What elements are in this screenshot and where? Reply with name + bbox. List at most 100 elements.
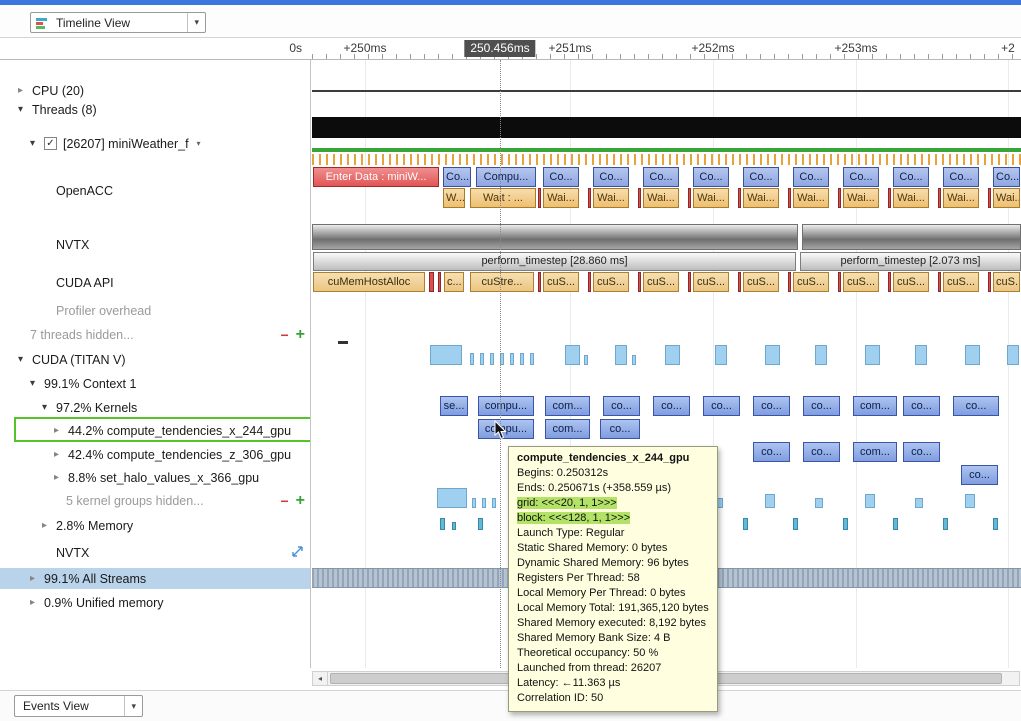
timeline-bar-kernel-halo[interactable]: co... [961, 465, 998, 485]
timeline-bar-cuda-api[interactable]: cuS... [843, 272, 879, 292]
timeline-bar-kernels[interactable]: co... [753, 396, 790, 416]
timeline-bar-kernel-groups-hidden[interactable] [815, 498, 823, 508]
timeline-bar-cuda-api[interactable] [688, 272, 691, 292]
timeline-bar-kernel-x244[interactable]: com... [545, 419, 590, 439]
timeline-bar-openacc-compute[interactable]: Co... [843, 167, 879, 187]
collapse-icon[interactable]: ▾ [30, 138, 44, 149]
timeline-bar-kernel-groups-hidden[interactable] [437, 488, 467, 508]
timeline-bar-openacc-wait[interactable] [588, 188, 591, 208]
timeline-bar-openacc-wait[interactable] [988, 188, 991, 208]
timeline-bar-kernels[interactable]: com... [545, 396, 590, 416]
tree-row-97-2-kernels[interactable]: ▾97.2% Kernels [0, 397, 310, 418]
expand-icon[interactable]: ▸ [54, 449, 68, 460]
timeline-bar-openacc-wait[interactable] [888, 188, 891, 208]
remove-icon[interactable]: − [280, 330, 288, 340]
timeline-bar-openacc-wait[interactable]: Wai... [843, 188, 879, 208]
timeline-bar-cuda-api[interactable] [838, 272, 841, 292]
timeline-bar-cuda-api[interactable]: cuS... [993, 272, 1020, 292]
dropdown-caret-icon[interactable]: ▾ [197, 139, 201, 148]
timeline-bar-kernel-groups-hidden[interactable] [865, 494, 875, 508]
timeline-bar-memory[interactable] [943, 518, 948, 530]
timeline-bar-openacc-wait[interactable]: W... [443, 188, 465, 208]
timeline-bar-gpu-activity[interactable] [510, 353, 514, 365]
timeline-bar-openacc-tick-strip[interactable] [312, 154, 1021, 165]
timeline-bar-gpu-activity[interactable] [565, 345, 580, 365]
expand-icon[interactable]: ▸ [42, 520, 56, 531]
timeline-bar-memory[interactable] [843, 518, 848, 530]
timeline-bar-gpu-activity[interactable] [665, 345, 680, 365]
timeline-bar-openacc-compute[interactable]: Co... [893, 167, 929, 187]
timeline-bar-openacc-compute[interactable]: Co... [443, 167, 471, 187]
timeline-bar-memory[interactable] [440, 518, 445, 530]
timeline-bar-kernel-groups-hidden[interactable] [765, 494, 775, 508]
collapse-icon[interactable]: ▾ [42, 402, 56, 413]
timeline-bar-gpu-activity[interactable] [530, 353, 534, 365]
timeline-bar-memory[interactable] [743, 518, 748, 530]
timeline-bar-kernel-groups-hidden[interactable] [915, 498, 923, 508]
timeline-bar-kernels[interactable]: compu... [478, 396, 534, 416]
timeline-bar-gpu-activity[interactable] [470, 353, 474, 365]
tree-row-8-8-set-halo-values-x-366-gpu[interactable]: ▸8.8% set_halo_values_x_366_gpu [0, 467, 310, 488]
tree-row-44-2-compute-tendencies-x-244-gpu[interactable]: ▸44.2% compute_tendencies_x_244_gpu [0, 420, 310, 441]
tree-row-profiler-overhead[interactable]: Profiler overhead [0, 300, 310, 321]
timeline-bar-gpu-activity[interactable] [615, 345, 627, 365]
timeline-bar-gpu-activity[interactable] [1007, 345, 1019, 365]
timeline-bar-memory[interactable] [893, 518, 898, 530]
timeline-bar-openacc-compute[interactable]: Co... [593, 167, 629, 187]
timeline-bar-gpu-activity[interactable] [490, 353, 494, 365]
tree-row-threads-8[interactable]: ▾Threads (8) [0, 99, 310, 120]
timeline-bar-cuda-api[interactable]: cuS... [943, 272, 979, 292]
timeline-bar-nvtx-ranges[interactable] [312, 224, 798, 250]
timeline-bar-hidden-threads-marker[interactable] [338, 341, 348, 344]
collapse-icon[interactable]: ▾ [18, 104, 32, 115]
timeline-bar-cuda-api[interactable] [588, 272, 591, 292]
timeline-bar-openacc-wait[interactable] [738, 188, 741, 208]
timeline-bar-memory[interactable] [993, 518, 998, 530]
timeline-bar-openacc-wait[interactable] [688, 188, 691, 208]
timeline-bar-gpu-activity[interactable] [765, 345, 780, 365]
timeline-bar-cpu-row-line[interactable] [312, 90, 1021, 92]
timeline-bar-kernel-groups-hidden[interactable] [492, 498, 496, 508]
tree-row-cuda-api[interactable]: CUDA API [0, 272, 310, 293]
timeline-bar-kernel-groups-hidden[interactable] [482, 498, 486, 508]
timeline-bar-cuda-api[interactable] [938, 272, 941, 292]
timeline-bar-cuda-api[interactable]: cuS... [593, 272, 629, 292]
timeline-bar-openacc-wait[interactable]: Wai... [643, 188, 679, 208]
timeline-bar-kernel-z306[interactable]: com... [853, 442, 897, 462]
add-icon[interactable]: + [296, 329, 305, 341]
expand-icon[interactable]: ▸ [30, 597, 44, 608]
scroll-left-arrow-icon[interactable]: ◂ [313, 672, 328, 685]
expand-row-icon[interactable] [292, 546, 303, 560]
add-icon[interactable]: + [296, 495, 305, 507]
timeline-bar-gpu-activity[interactable] [965, 345, 980, 365]
timeline-bar-cuda-api[interactable] [738, 272, 741, 292]
timeline-bar-cuda-api[interactable] [438, 272, 441, 292]
timeline-bar-nvtx-timestep[interactable]: perform_timestep [28.860 ms] [313, 252, 796, 271]
tree-row-2-8-memory[interactable]: ▸2.8% Memory [0, 515, 310, 536]
timeline-bar-thread-green-line[interactable] [312, 148, 1021, 152]
timeline-bar-openacc-wait[interactable]: Wai... [943, 188, 979, 208]
tree-row-cuda-titan-v[interactable]: ▾CUDA (TITAN V) [0, 349, 310, 370]
timeline-bar-openacc-wait[interactable] [788, 188, 791, 208]
timeline-bar-kernel-groups-hidden[interactable] [965, 494, 975, 508]
timeline-bar-gpu-activity[interactable] [715, 345, 727, 365]
timeline-bar-memory[interactable] [793, 518, 798, 530]
timeline-bar-cuda-api[interactable]: cuS... [793, 272, 829, 292]
timeline-bar-openacc-compute[interactable]: Enter Data : miniW... [313, 167, 439, 187]
timeline-bar-kernel-z306[interactable]: co... [803, 442, 840, 462]
timeline-bar-kernels[interactable]: co... [653, 396, 690, 416]
timeline-bar-openacc-wait[interactable] [938, 188, 941, 208]
timeline-bar-cuda-api[interactable] [638, 272, 641, 292]
timeline-bar-openacc-compute[interactable]: Co... [943, 167, 979, 187]
timeline-bar-openacc-compute[interactable]: Co... [543, 167, 579, 187]
timeline-bar-cuda-api[interactable]: cuS... [693, 272, 729, 292]
timeline-bar-kernel-z306[interactable]: co... [753, 442, 790, 462]
timeline-bar-nvtx-timestep[interactable]: perform_timestep [2.073 ms] [800, 252, 1021, 271]
tree-row-99-1-all-streams[interactable]: ▸99.1% All Streams [0, 568, 310, 589]
timeline-bar-memory[interactable] [478, 518, 483, 530]
timeline-bar-cuda-api[interactable]: c... [444, 272, 464, 292]
timeline-bar-cuda-api[interactable]: cuS... [893, 272, 929, 292]
timeline-bar-openacc-wait[interactable] [538, 188, 541, 208]
expand-icon[interactable]: ▸ [18, 85, 32, 96]
timeline-bar-kernel-groups-hidden[interactable] [472, 498, 476, 508]
